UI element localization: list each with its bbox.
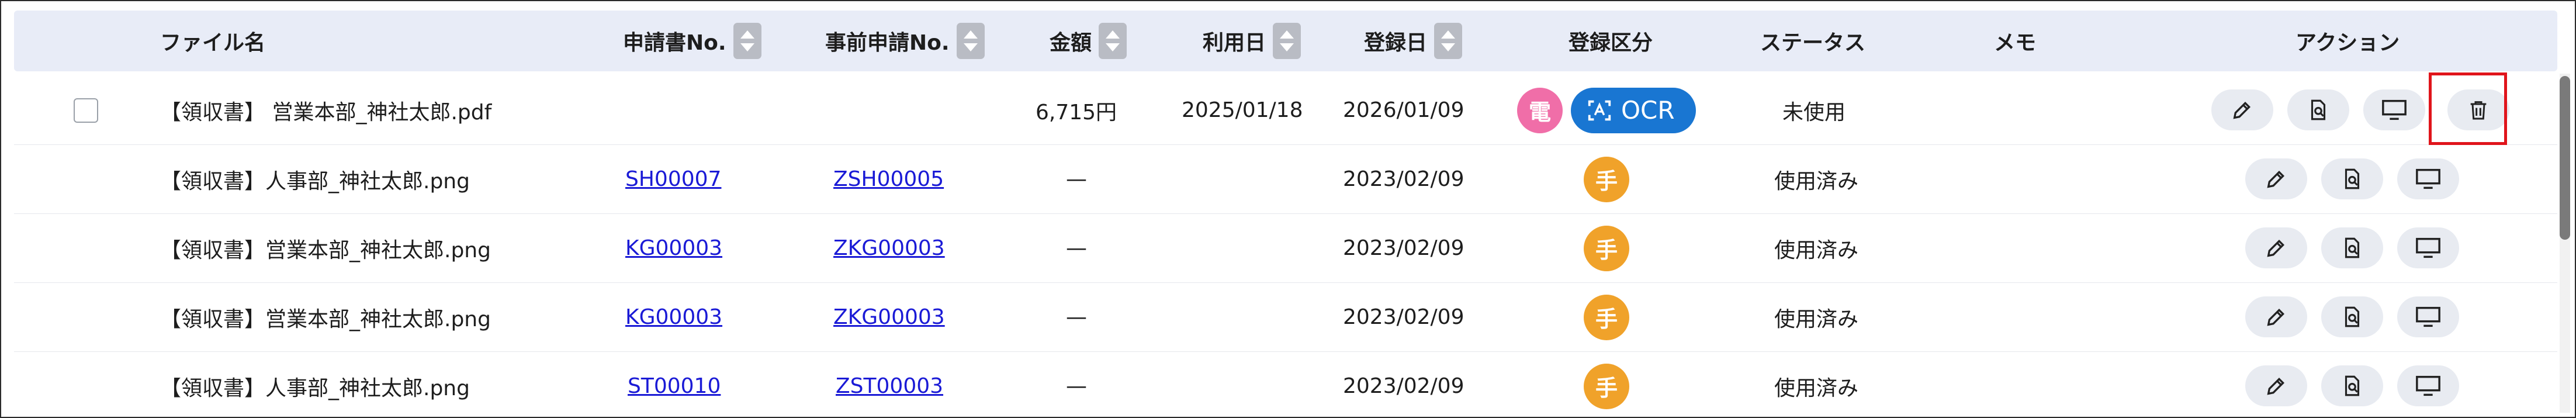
file-name-cell: 【領収書】人事部_神社太郎.png <box>160 169 470 194</box>
file-name-cell: 【領収書】営業本部_神社太郎.png <box>160 238 491 262</box>
ocr-button[interactable]: OCR <box>1571 87 1696 133</box>
table-row[interactable]: 【領収書】人事部_神社太郎.png SH00007 ZSH00005 — 202… <box>14 145 2557 215</box>
receipt-table-frame: ファイル名 申請書No. 事前申請No. 金額 利用日 登録日 登録区分 ステー… <box>0 0 2576 418</box>
pencil-icon <box>2267 308 2285 326</box>
pencil-icon <box>2267 170 2285 188</box>
sort-icon[interactable] <box>733 23 761 59</box>
header-pre-application-no[interactable]: 事前申請No. <box>825 11 985 71</box>
register-date-cell: 2026/01/09 <box>1343 98 1464 122</box>
amount-cell: — <box>1066 167 1087 191</box>
scrollbar-thumb[interactable] <box>2560 76 2570 240</box>
preview-button[interactable] <box>2321 227 2383 268</box>
table-header: ファイル名 申請書No. 事前申請No. 金額 利用日 登録日 登録区分 ステー… <box>14 11 2557 71</box>
register-date-cell: 2023/02/09 <box>1343 374 1464 398</box>
document-search-icon <box>2311 99 2326 120</box>
preview-button[interactable] <box>2321 158 2383 199</box>
status-cell: 使用済み <box>1774 376 1859 400</box>
register-date-cell: 2023/02/09 <box>1343 236 1464 260</box>
pre-application-no-cell[interactable]: ZSH00005 <box>833 145 944 213</box>
monitor-icon <box>2416 306 2440 327</box>
monitor-icon <box>2416 237 2440 258</box>
register-date-cell: 2023/02/09 <box>1343 305 1464 329</box>
table-row[interactable]: 【領収書】 営業本部_神社太郎.pdf 6,715円 2025/01/18 20… <box>14 76 2557 146</box>
monitor-icon <box>2416 168 2440 189</box>
document-search-icon <box>2345 306 2360 327</box>
header-action: アクション <box>2295 31 2400 55</box>
register-type-cell: 手 <box>1584 214 1629 282</box>
document-search-icon <box>2345 168 2360 189</box>
application-no-cell[interactable]: KG00003 <box>625 283 722 351</box>
manual-badge: 手 <box>1584 294 1629 340</box>
display-button[interactable] <box>2397 365 2459 406</box>
edit-button[interactable] <box>2245 227 2307 268</box>
monitor-icon <box>2416 375 2440 396</box>
sort-icon[interactable] <box>1099 23 1127 59</box>
status-cell: 使用済み <box>1774 307 1859 331</box>
pre-application-no-cell[interactable]: ZKG00003 <box>833 283 945 351</box>
header-register-type: 登録区分 <box>1569 31 1653 55</box>
register-type-cell: 電 OCR <box>1517 76 1696 144</box>
application-no-cell[interactable]: KG00003 <box>625 214 722 282</box>
register-type-cell: 手 <box>1584 145 1629 213</box>
delete-highlight-box <box>2429 72 2507 145</box>
register-date-cell: 2023/02/09 <box>1343 167 1464 191</box>
status-cell: 使用済み <box>1774 169 1859 194</box>
display-button[interactable] <box>2397 227 2459 268</box>
manual-badge: 手 <box>1584 156 1629 202</box>
amount-cell: — <box>1066 305 1087 329</box>
application-no-cell[interactable]: ST00010 <box>628 352 721 417</box>
status-cell: 未使用 <box>1782 100 1846 125</box>
edit-button[interactable] <box>2245 365 2307 406</box>
document-search-icon <box>2345 237 2360 258</box>
header-application-no[interactable]: 申請書No. <box>623 11 761 71</box>
file-name-cell: 【領収書】人事部_神社太郎.png <box>160 376 470 400</box>
register-type-cell: 手 <box>1584 352 1629 417</box>
header-file-name: ファイル名 <box>160 31 266 55</box>
application-no-cell[interactable]: SH00007 <box>625 145 721 213</box>
amount-cell: — <box>1066 374 1087 398</box>
edit-button[interactable] <box>2245 296 2307 337</box>
sort-icon[interactable] <box>956 23 985 59</box>
preview-button[interactable] <box>2321 365 2383 406</box>
sort-icon[interactable] <box>1273 23 1301 59</box>
pencil-icon <box>2267 239 2285 257</box>
table-row[interactable]: 【領収書】営業本部_神社太郎.png KG00003 ZKG00003 — 20… <box>14 283 2557 353</box>
header-register-date[interactable]: 登録日 <box>1364 11 1463 71</box>
register-type-cell: 手 <box>1584 283 1629 351</box>
file-name-cell: 【領収書】 営業本部_神社太郎.pdf <box>160 100 492 125</box>
use-date-cell: 2025/01/18 <box>1182 98 1303 122</box>
preview-button[interactable] <box>2287 89 2349 130</box>
scan-text-icon <box>1588 100 1611 120</box>
display-button[interactable] <box>2363 89 2425 130</box>
status-cell: 使用済み <box>1774 238 1859 262</box>
file-name-cell: 【領収書】営業本部_神社太郎.png <box>160 307 491 331</box>
header-amount[interactable]: 金額 <box>1050 11 1127 71</box>
amount-cell: — <box>1066 236 1087 260</box>
header-memo: メモ <box>1994 31 2037 55</box>
document-search-icon <box>2345 375 2360 396</box>
amount-cell: 6,715円 <box>1036 100 1117 125</box>
manual-badge: 手 <box>1584 225 1629 271</box>
pre-application-no-cell[interactable]: ZST00003 <box>836 352 943 417</box>
pencil-icon <box>2233 101 2251 119</box>
preview-button[interactable] <box>2321 296 2383 337</box>
edit-button[interactable] <box>2211 89 2273 130</box>
sort-icon[interactable] <box>1434 23 1463 59</box>
edit-button[interactable] <box>2245 158 2307 199</box>
monitor-icon <box>2382 99 2407 120</box>
table-row[interactable]: 【領収書】営業本部_神社太郎.png KG00003 ZKG00003 — 20… <box>14 214 2557 284</box>
manual-badge: 手 <box>1584 363 1629 409</box>
electronic-badge: 電 <box>1517 87 1563 133</box>
header-use-date[interactable]: 利用日 <box>1203 11 1301 71</box>
row-checkbox-cell <box>74 76 98 144</box>
header-status: ステータス <box>1760 31 1866 55</box>
row-checkbox[interactable] <box>74 98 98 123</box>
display-button[interactable] <box>2397 296 2459 337</box>
pencil-icon <box>2267 377 2285 395</box>
display-button[interactable] <box>2397 158 2459 199</box>
pre-application-no-cell[interactable]: ZKG00003 <box>833 214 945 282</box>
table-row[interactable]: 【領収書】人事部_神社太郎.png ST00010 ZST00003 — 202… <box>14 352 2557 417</box>
